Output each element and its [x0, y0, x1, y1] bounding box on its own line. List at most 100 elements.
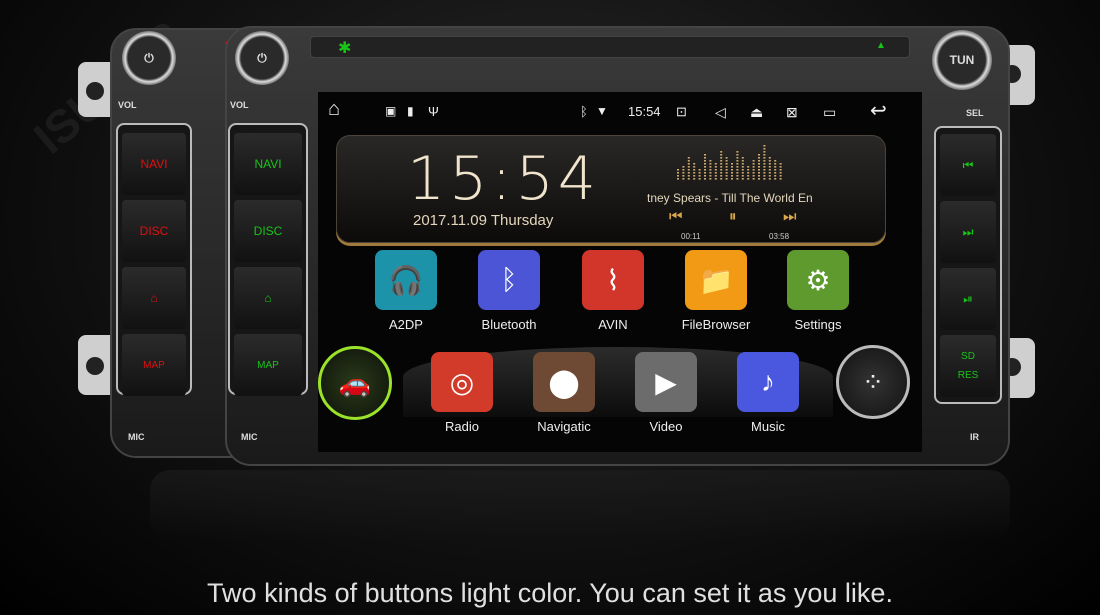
eq-bar [725, 175, 728, 177]
eq-bar [720, 154, 723, 156]
back-button-column: NAVI DISC ⌂ MAP [116, 123, 192, 396]
app-grid-icon: ⁘ [862, 366, 884, 397]
prev-button[interactable]: ⏮ [940, 134, 996, 196]
image-icon: ▣ [385, 104, 397, 118]
eq-bar [698, 175, 701, 177]
eject-icon[interactable]: ⏏ [750, 104, 763, 121]
eq-bar [768, 163, 771, 165]
eq-bar [752, 169, 755, 171]
folder-icon: 📁 [698, 264, 734, 296]
eq-bar [779, 166, 782, 168]
eq-bar [736, 157, 739, 159]
eq-bar [687, 169, 690, 171]
eq-bar [779, 175, 782, 177]
disc-button[interactable]: DISC [122, 200, 186, 262]
power-knob[interactable]: ⏻ [122, 31, 176, 85]
map-button[interactable]: MAP [234, 334, 302, 396]
eq-bar [731, 169, 733, 171]
eq-bar [704, 157, 706, 159]
eq-bar [704, 172, 706, 174]
app-settings[interactable]: ⚙ [787, 250, 849, 310]
eq-bar [709, 172, 712, 174]
clock-time: 15:54 [407, 144, 600, 214]
next-icon: ⏭ [962, 224, 974, 239]
eq-bar [720, 178, 723, 180]
eq-bar [768, 160, 771, 162]
eq-bar [677, 169, 679, 171]
eq-bar [736, 169, 739, 171]
app-filebrowser[interactable]: 📁 [685, 250, 747, 310]
caption: Two kinds of buttons light color. You ca… [207, 578, 893, 608]
eq-bar [709, 166, 712, 168]
eq-bar [758, 169, 760, 171]
eq-bar [774, 163, 777, 165]
eq-bar [709, 178, 712, 180]
home-icon[interactable]: ⌂ [328, 98, 340, 121]
app-label: Music [751, 419, 785, 434]
volume-icon[interactable]: ◁ [715, 104, 726, 121]
reflection [150, 470, 1010, 540]
app-label: FileBrowser [681, 317, 751, 332]
app-a2dp[interactable]: 🎧 [375, 250, 437, 310]
back-icon[interactable]: ↩ [870, 98, 887, 123]
navi-button[interactable]: NAVI [234, 133, 302, 195]
eq-bar [741, 175, 744, 177]
eq-bar [682, 175, 685, 177]
eq-bar [763, 154, 766, 156]
navi-button[interactable]: NAVI [122, 133, 186, 195]
eject-button[interactable]: ▲ [876, 40, 886, 51]
eq-bar [704, 175, 706, 177]
eq-bar [731, 166, 733, 168]
sd-res-button[interactable]: SD RES [940, 335, 996, 397]
eq-bar [768, 172, 771, 174]
eq-bar [768, 169, 771, 171]
pause-button[interactable]: ⏸ [729, 208, 737, 225]
next-button[interactable]: ⏭ [940, 201, 996, 263]
eq-bar [704, 163, 706, 165]
eq-bar [720, 172, 723, 174]
eq-bar [752, 172, 755, 174]
power-knob[interactable]: ⏻ [235, 31, 289, 85]
recent-apps-icon[interactable]: ▭ [823, 104, 836, 121]
res-label: RES [957, 370, 979, 381]
status-time: 15:54 [628, 104, 661, 119]
eq-bar [704, 160, 706, 162]
eq-bar [687, 157, 690, 159]
tun-knob[interactable]: TUN [932, 30, 992, 90]
eq-bar [725, 178, 728, 180]
app-bluetooth[interactable]: ᛒ [478, 250, 540, 310]
home-button[interactable]: ⌂ [234, 267, 302, 329]
eq-bar [704, 178, 706, 180]
app-label: Navigatic [537, 419, 591, 434]
eq-bar [758, 154, 760, 156]
screenshot-icon[interactable]: ⊡ [676, 104, 687, 120]
all-apps-button[interactable]: ⁘ [836, 345, 910, 419]
disc-button[interactable]: DISC [234, 200, 302, 262]
app-label: Bluetooth [481, 317, 537, 332]
clock-date: 2017.11.09 Thursday [413, 212, 554, 229]
app-radio[interactable]: ◎ [431, 352, 493, 412]
app-music[interactable]: ♪ [737, 352, 799, 412]
car-button[interactable]: 🚗 [318, 346, 392, 420]
eq-bar [779, 178, 782, 180]
eq-bar [774, 160, 777, 162]
screen-off-icon[interactable]: ⊠ [786, 104, 798, 121]
app-avin[interactable]: ⌇ [582, 250, 644, 310]
prev-track-button[interactable]: ⏮ [669, 208, 683, 225]
eq-bar [736, 172, 739, 174]
home-icon: ⌂ [150, 291, 158, 305]
eq-bar [714, 163, 717, 165]
eq-bar [758, 166, 760, 168]
play-pause-button[interactable]: ⏯ [940, 268, 996, 330]
home-button[interactable]: ⌂ [122, 267, 186, 329]
eq-bar [736, 151, 739, 153]
eq-bar [704, 154, 706, 156]
app-navigatic[interactable]: ⬤ [533, 352, 595, 412]
app-video[interactable]: ▶ [635, 352, 697, 412]
eq-bar [682, 172, 685, 174]
next-track-button[interactable]: ⏭ [783, 208, 797, 225]
home-icon: ⌂ [264, 291, 272, 305]
eq-bar [693, 166, 696, 168]
eq-bar [714, 172, 717, 174]
map-button[interactable]: MAP [122, 334, 186, 396]
